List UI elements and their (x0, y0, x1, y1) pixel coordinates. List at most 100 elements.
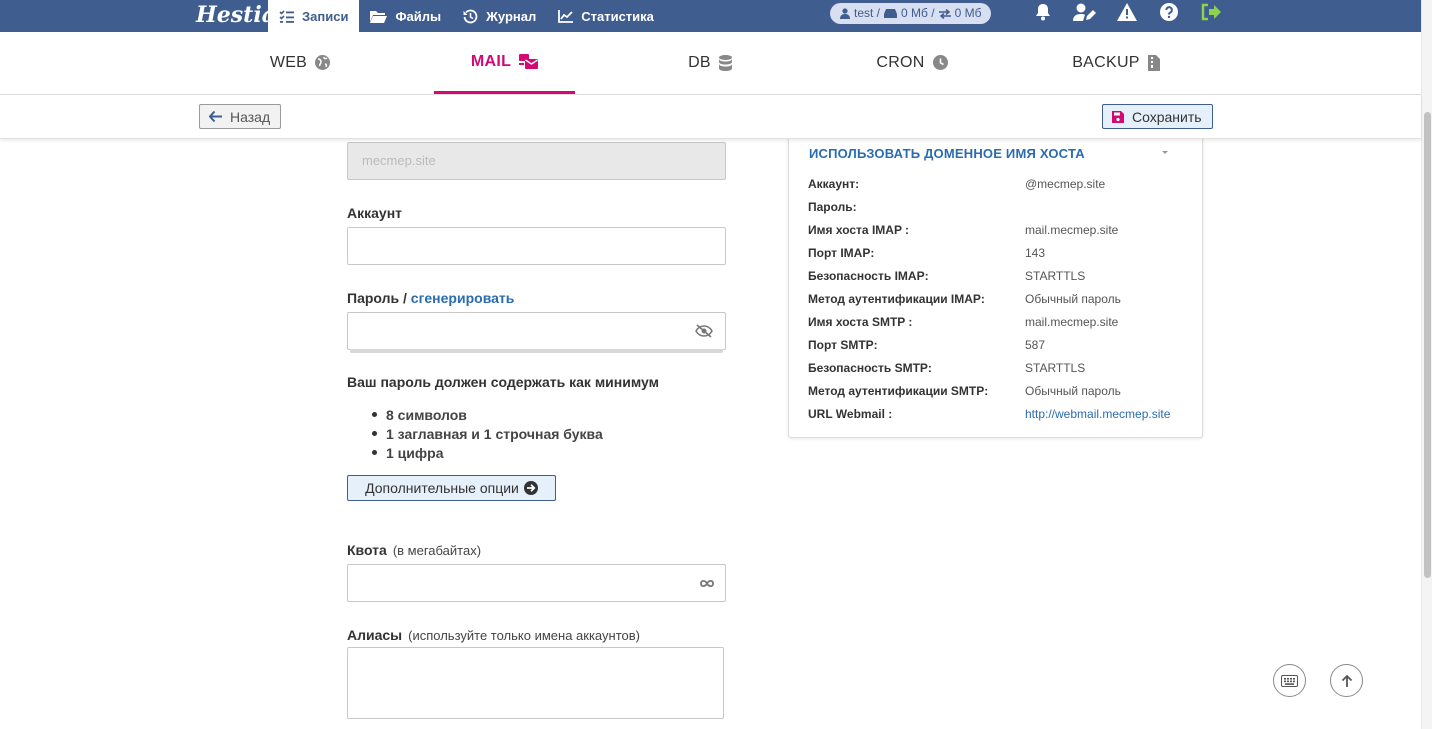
generate-password-link[interactable]: сгенерировать (411, 290, 515, 306)
chart-line-icon (558, 9, 574, 23)
quota-hint: (в мегабайтах) (392, 543, 482, 558)
aliases-textarea[interactable] (347, 647, 724, 719)
settings-row: Имя хоста IMAP : mail.mecmep.site (808, 218, 1188, 241)
nav-files[interactable]: Файлы (359, 0, 452, 32)
settings-value: 143 (1025, 245, 1046, 260)
aliases-label: Алиасы (используйте только имена аккаунто… (347, 627, 640, 643)
tab-cron-label: CRON (876, 53, 925, 71)
file-zipper-icon (1147, 54, 1160, 71)
history-icon (463, 9, 478, 23)
tab-mail[interactable]: MAIL (434, 32, 575, 94)
requirement-item: 1 заглавная и 1 строчная буква (372, 424, 603, 443)
advanced-options-button[interactable]: Дополнительные опции (347, 475, 556, 501)
settings-row: URL Webmail : http://webmail.mecmep.site (808, 402, 1188, 425)
warning-icon[interactable] (1106, 3, 1148, 21)
arrow-up-icon (1341, 674, 1352, 687)
hestia-logo[interactable]: Hestia (196, 0, 276, 32)
section-tabs: WEB MAIL DB CRON BACKUP (0, 32, 1421, 95)
aliases-hint: (используйте только имена аккаунтов) (408, 628, 640, 643)
settings-key: Метод аутентификации IMAP: (808, 291, 985, 306)
tab-backup-label: BACKUP (1072, 53, 1140, 71)
account-input[interactable] (347, 227, 726, 265)
user-icon (840, 8, 850, 19)
toolbar: Назад Сохранить (0, 95, 1421, 139)
disk-usage: 0 Мб / (901, 6, 935, 20)
keyboard-icon (1281, 674, 1298, 687)
clock-icon (932, 55, 948, 70)
help-icon[interactable] (1148, 3, 1190, 21)
back-button[interactable]: Назад (199, 104, 281, 129)
save-button-label: Сохранить (1132, 108, 1202, 125)
globe-icon (315, 55, 331, 70)
settings-row: Безопасность SMTP: STARTTLS (808, 356, 1188, 379)
user-usage-pill[interactable]: test / 0 Мб / 0 Мб (830, 3, 992, 24)
scroll-top-button[interactable] (1330, 664, 1363, 697)
quota-input[interactable] (347, 564, 726, 602)
requirement-item: 1 цифра (372, 443, 603, 462)
infinity-icon[interactable] (699, 579, 715, 588)
database-icon (718, 54, 732, 71)
quota-label: Квота (в мегабайтах) (347, 542, 481, 558)
tab-cron[interactable]: CRON (862, 32, 962, 93)
floppy-disk-icon (1112, 110, 1124, 123)
settings-value: STARTTLS (1025, 360, 1086, 375)
bell-icon[interactable] (1022, 3, 1064, 21)
scrollbar-thumb[interactable] (1424, 112, 1431, 578)
tab-db-label: DB (688, 53, 711, 71)
settings-row: Порт SMTP: 587 (808, 333, 1188, 356)
settings-row: Порт IMAP: 143 (808, 241, 1188, 264)
password-strength-bar (350, 349, 723, 353)
caret-down-icon[interactable] (1162, 151, 1168, 154)
settings-value: 587 (1025, 337, 1046, 352)
requirement-item: 8 символов (372, 405, 603, 424)
settings-key: Безопасность IMAP: (808, 268, 929, 283)
hdd-icon (884, 9, 898, 18)
webmail-link[interactable]: http://webmail.mecmep.site (1025, 407, 1170, 421)
settings-key: Аккаунт: (808, 176, 860, 191)
nav-stats[interactable]: Статистика (547, 0, 665, 32)
password-label: Пароль / сгенерировать (347, 290, 514, 306)
nav-records-label: Записи (302, 8, 349, 24)
top-bar: Hestia Записи Файлы Журнал Статистика te… (0, 0, 1421, 32)
folder-open-icon (370, 10, 388, 23)
settings-value: Обычный пароль (1025, 291, 1121, 306)
nav-files-label: Файлы (395, 8, 442, 24)
keyboard-shortcuts-button[interactable] (1273, 664, 1306, 697)
settings-key: URL Webmail : (808, 406, 893, 421)
top-nav: Записи Файлы Журнал Статистика (268, 0, 665, 32)
quota-label-text: Квота (347, 542, 387, 558)
eye-slash-icon[interactable] (695, 324, 713, 338)
aliases-label-text: Алиасы (347, 627, 403, 643)
save-button[interactable]: Сохранить (1102, 104, 1213, 129)
user-pen-icon[interactable] (1064, 3, 1106, 21)
settings-row: Аккаунт: @mecmep.site (808, 172, 1188, 195)
settings-row: Метод аутентификации SMTP: Обычный пароль (808, 379, 1188, 402)
settings-value: STARTTLS (1025, 268, 1086, 283)
settings-value: mail.mecmep.site (1025, 222, 1119, 237)
settings-row: Метод аутентификации IMAP: Обычный пароль (808, 287, 1188, 310)
settings-value: mail.mecmep.site (1025, 314, 1119, 329)
top-right-icons (1022, 3, 1232, 21)
tab-mail-label: MAIL (470, 52, 512, 70)
page-scrollbar[interactable] (1421, 0, 1432, 729)
settings-key: Пароль: (808, 199, 857, 214)
tab-web[interactable]: WEB (250, 32, 350, 93)
logout-icon[interactable] (1190, 3, 1232, 21)
tab-backup[interactable]: BACKUP (1066, 32, 1166, 93)
nav-log-label: Журнал (486, 8, 537, 24)
tab-db[interactable]: DB (660, 32, 760, 93)
password-requirements-list: 8 символов 1 заглавная и 1 строчная букв… (372, 405, 603, 462)
account-label: Аккаунт (347, 205, 403, 221)
password-label-text: Пароль / (347, 290, 407, 306)
settings-key: Безопасность SMTP: (808, 360, 932, 375)
settings-key: Метод аутентификации SMTP: (808, 383, 989, 398)
user-name: test / (854, 6, 881, 20)
settings-key: Имя хоста SMTP : (808, 314, 913, 329)
password-input[interactable] (347, 312, 726, 350)
nav-log[interactable]: Журнал (452, 0, 547, 32)
mail-bulk-icon (519, 54, 539, 69)
hostname-select[interactable]: ИСПОЛЬЗОВАТЬ ДОМЕННОЕ ИМЯ ХОСТА (809, 146, 1085, 161)
settings-key: Порт SMTP: (808, 337, 878, 352)
settings-key: Порт IMAP: (808, 245, 875, 260)
nav-records[interactable]: Записи (268, 0, 360, 32)
